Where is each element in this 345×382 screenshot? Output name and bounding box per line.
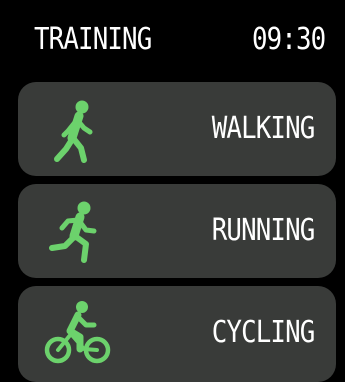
cycling-icon bbox=[44, 301, 111, 364]
activity-cycling-button[interactable]: CYCLING bbox=[18, 286, 336, 382]
running-icon bbox=[49, 201, 97, 263]
activity-walking-button[interactable]: WALKING bbox=[18, 82, 336, 176]
header-bar: TRAINING 09:30 bbox=[0, 0, 345, 78]
clock-time: 09:30 bbox=[251, 22, 326, 57]
activity-walking-label: WALKING bbox=[211, 111, 315, 146]
activity-running-button[interactable]: RUNNING bbox=[18, 184, 336, 278]
activity-running-label: RUNNING bbox=[211, 213, 315, 248]
page-title: TRAINING bbox=[34, 22, 152, 57]
walking-icon bbox=[54, 100, 93, 163]
activity-cycling-label: CYCLING bbox=[211, 315, 315, 350]
